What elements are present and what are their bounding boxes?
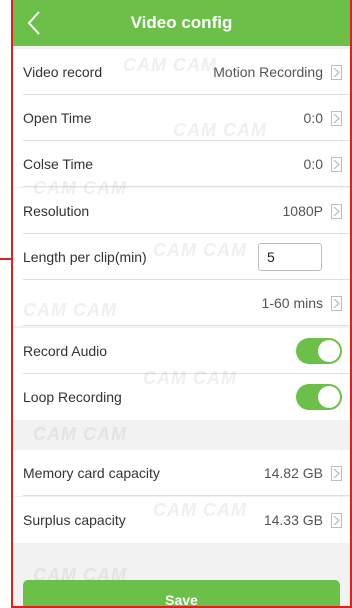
open-time-label: Open Time (23, 110, 92, 126)
record-audio-toggle[interactable] (296, 338, 342, 364)
row-memory-capacity[interactable]: Memory card capacity 14.82 GB (13, 450, 350, 496)
page-title: Video config (130, 13, 233, 32)
chevron-right-icon (331, 512, 342, 528)
memory-capacity-value: 14.82 GB (263, 465, 323, 481)
resolution-value: 1080P (282, 203, 323, 219)
clip-length-label: Length per clip(min) (23, 249, 147, 265)
video-config-screen: Video config Video record Motion Recordi… (11, 0, 352, 608)
save-button[interactable]: Save (23, 580, 340, 606)
row-clip-range[interactable]: 1-60 mins (13, 280, 350, 326)
row-resolution[interactable]: Resolution 1080P (13, 188, 350, 234)
row-clip-length: Length per clip(min) 5 (13, 234, 350, 280)
video-record-label: Video record (23, 64, 103, 80)
row-close-time[interactable]: Colse Time 0:0 (13, 141, 350, 187)
row-loop-recording: Loop Recording (13, 374, 350, 420)
chevron-left-icon[interactable] (27, 10, 51, 36)
toggle-knob (318, 340, 340, 362)
close-time-label: Colse Time (23, 156, 94, 172)
close-time-value: 0:0 (303, 156, 323, 172)
watermark-logo: CAM CAM (33, 424, 127, 444)
resolution-label: Resolution (23, 203, 90, 219)
selection-indicator (0, 258, 11, 260)
row-record-audio: Record Audio (13, 328, 350, 374)
video-record-value: Motion Recording (213, 64, 323, 80)
row-video-record[interactable]: Video record Motion Recording (13, 49, 350, 95)
memory-capacity-label: Memory card capacity (23, 465, 160, 481)
surplus-capacity-label: Surplus capacity (23, 512, 126, 528)
clip-length-input[interactable]: 5 (258, 243, 322, 271)
surplus-capacity-value: 14.33 GB (263, 512, 323, 528)
chevron-right-icon (331, 64, 342, 80)
chevron-right-icon (331, 110, 342, 126)
chevron-right-icon (331, 465, 342, 481)
chevron-right-icon (331, 295, 342, 311)
loop-recording-toggle[interactable] (296, 384, 342, 410)
row-open-time[interactable]: Open Time 0:0 (13, 95, 350, 141)
loop-recording-label: Loop Recording (23, 389, 122, 405)
header-bar: Video config (13, 0, 350, 46)
record-audio-label: Record Audio (23, 343, 108, 359)
clip-range-value: 1-60 mins (261, 295, 323, 311)
row-surplus-capacity[interactable]: Surplus capacity 14.33 GB (13, 497, 350, 543)
open-time-value: 0:0 (303, 110, 323, 126)
toggle-knob (318, 386, 340, 408)
chevron-right-icon (331, 203, 342, 219)
chevron-right-icon (331, 156, 342, 172)
